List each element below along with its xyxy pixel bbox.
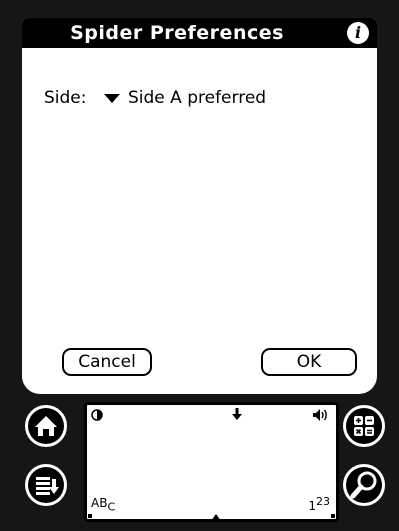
side-label: Side:: [44, 88, 87, 108]
volume-icon[interactable]: [312, 408, 330, 422]
info-icon[interactable]: i: [347, 22, 369, 44]
dropdown-arrow-icon: [104, 93, 120, 103]
side-value: Side A preferred: [128, 88, 267, 108]
menu-icon: [28, 467, 64, 503]
cancel-button[interactable]: Cancel: [62, 348, 152, 376]
divider-mark: [211, 514, 221, 521]
screen: Spider Preferences i Side: Side A prefer…: [22, 18, 377, 394]
graffiti-input-area[interactable]: ABC 123: [84, 402, 339, 522]
corner-dot: [88, 514, 92, 518]
side-popup-trigger[interactable]: Side A preferred: [104, 88, 266, 108]
abc-main: AB: [91, 495, 108, 510]
calculator-icon: [346, 408, 382, 444]
abc-sub: C: [107, 500, 116, 513]
find-icon: [346, 467, 382, 503]
numeric-area-label: 123: [308, 495, 330, 513]
menu-button[interactable]: [25, 464, 67, 506]
device: Spider Preferences i Side: Side A prefer…: [0, 0, 399, 531]
down-arrow-icon: [232, 408, 242, 420]
corner-dot: [331, 514, 335, 518]
find-button[interactable]: [343, 464, 385, 506]
num-main: 1: [308, 499, 316, 513]
num-sup: 23: [316, 495, 330, 508]
dialog-title: Spider Preferences: [70, 22, 284, 44]
alpha-area-label: ABC: [91, 496, 115, 513]
home-icon: [28, 408, 64, 444]
home-button[interactable]: [25, 405, 67, 447]
ok-button[interactable]: OK: [261, 348, 357, 376]
contrast-icon[interactable]: [91, 409, 103, 421]
title-bar: Spider Preferences i: [22, 18, 377, 48]
calculator-button[interactable]: [343, 405, 385, 447]
